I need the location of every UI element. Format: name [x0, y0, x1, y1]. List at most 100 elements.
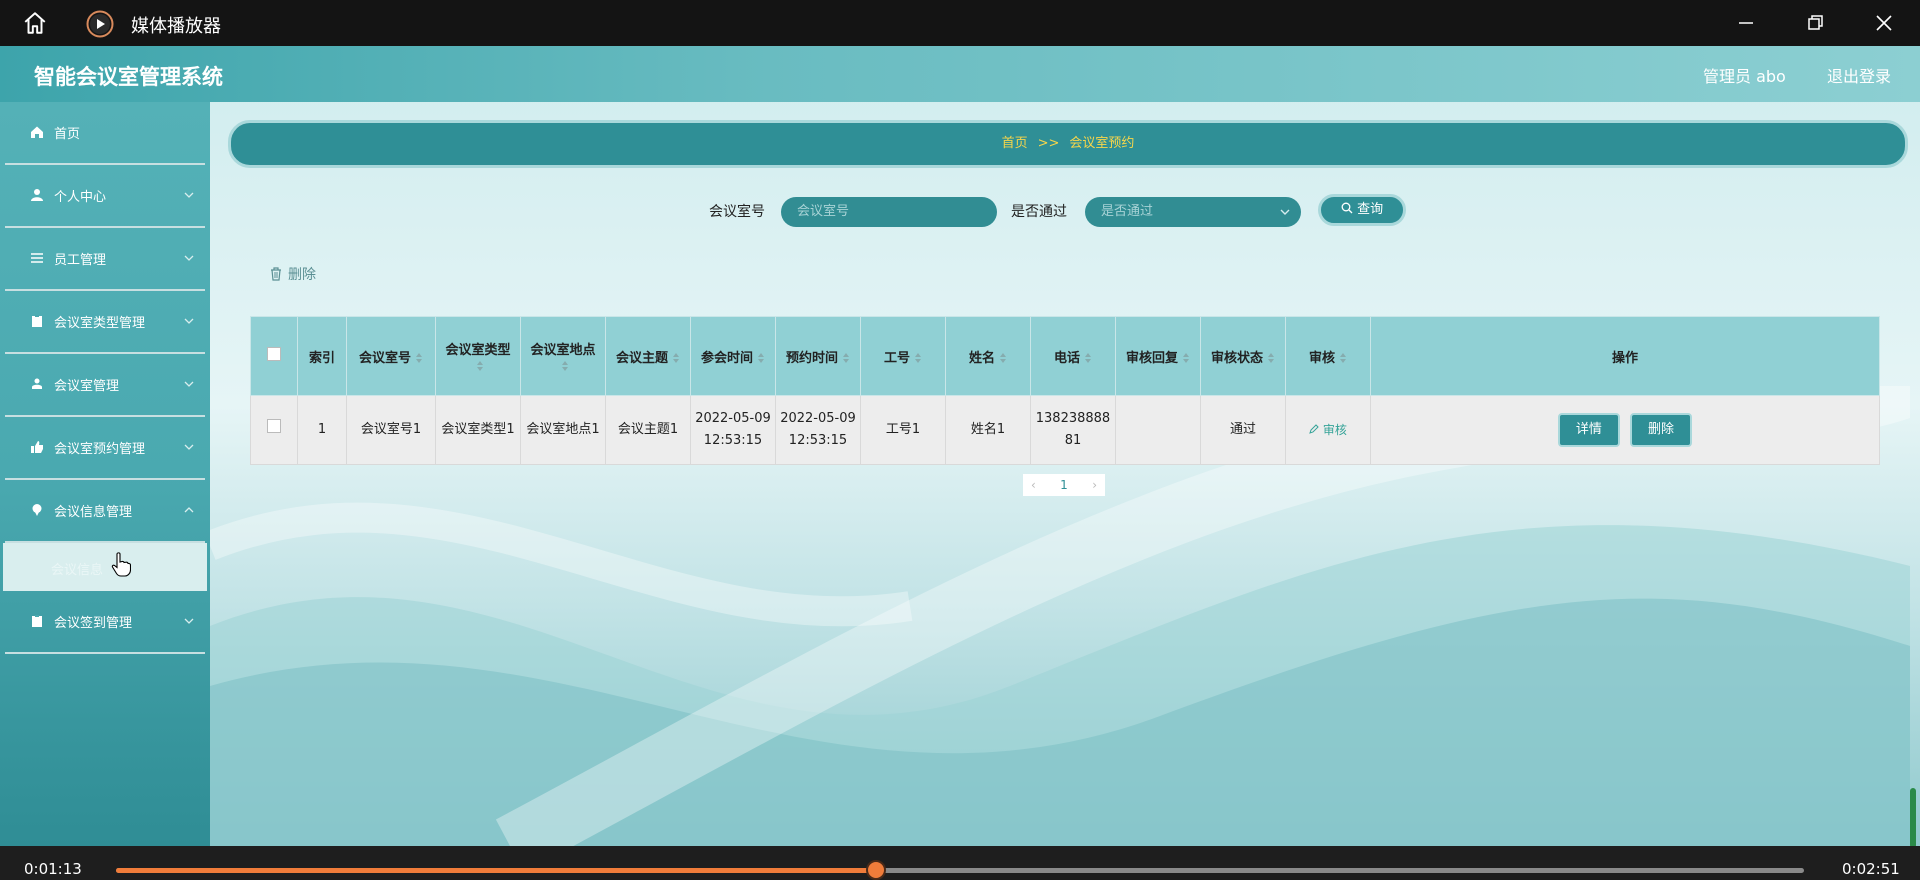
- table-row: 1 会议室号1 会议室类型1 会议室地点1 会议主题1 2022-05-09 12…: [250, 395, 1880, 465]
- cell-reply: [1115, 395, 1201, 465]
- sidebar-item-checkin[interactable]: 会议签到管理: [5, 591, 205, 654]
- sort-icon[interactable]: [476, 360, 484, 372]
- chevron-down-icon: [184, 318, 194, 324]
- sidebar-item-home[interactable]: 首页: [5, 102, 205, 165]
- clipboard-icon: [32, 315, 42, 327]
- sidebar-item-staff[interactable]: 员工管理: [5, 228, 205, 291]
- current-user-label: 管理员 abo: [1703, 67, 1786, 86]
- sidebar-item-label: 个人中心: [54, 190, 107, 205]
- close-icon[interactable]: [1873, 12, 1895, 34]
- sidebar-subitem-meeting-info[interactable]: 会议信息: [3, 543, 207, 591]
- current-time: 0:01:13: [24, 860, 82, 878]
- sort-icon[interactable]: [757, 352, 765, 364]
- pass-status-select[interactable]: 是否通过: [1085, 197, 1301, 227]
- column-header[interactable]: 工号: [860, 316, 946, 396]
- sidebar-item-booking[interactable]: 会议室预约管理: [5, 417, 205, 480]
- player-title: 媒体播放器: [131, 16, 221, 37]
- column-header: 索引: [297, 316, 347, 396]
- sort-icon[interactable]: [1084, 352, 1092, 364]
- media-player-icon: [86, 10, 114, 38]
- sidebar-item-label: 员工管理: [54, 253, 107, 268]
- column-header[interactable]: 审核状态: [1200, 316, 1286, 396]
- sidebar-item-label: 会议室类型管理: [54, 316, 146, 331]
- sort-icon[interactable]: [999, 352, 1007, 364]
- detail-button[interactable]: 详情: [1557, 413, 1620, 447]
- sidebar-item-label: 首页: [54, 127, 81, 142]
- sort-icon[interactable]: [415, 352, 423, 364]
- sidebar-item-label: 会议室预约管理: [54, 442, 146, 457]
- breadcrumb: 首页 >> 会议室预约: [228, 120, 1908, 168]
- sort-icon[interactable]: [842, 352, 850, 364]
- sort-icon[interactable]: [1339, 352, 1347, 364]
- column-header[interactable]: 会议室地点: [520, 316, 606, 396]
- cell-status: 通过: [1200, 395, 1286, 465]
- chevron-down-icon: [1280, 209, 1290, 215]
- bulk-delete-label: 删除: [288, 267, 316, 283]
- pass-status-label: 是否通过: [1011, 204, 1067, 220]
- row-delete-button[interactable]: 删除: [1630, 413, 1693, 447]
- edit-icon: [1309, 423, 1319, 434]
- chevron-down-icon: [184, 255, 194, 261]
- sidebar-item-room-type[interactable]: 会议室类型管理: [5, 291, 205, 354]
- cell-room-no: 会议室号1: [346, 395, 436, 465]
- pagination: ‹ 1 ›: [1023, 474, 1105, 496]
- cell-phone: 138238888 81: [1030, 395, 1116, 465]
- column-header[interactable]: 会议室类型: [435, 316, 521, 396]
- row-checkbox[interactable]: [267, 419, 281, 433]
- sort-icon[interactable]: [672, 352, 680, 364]
- query-button-label: 查询: [1357, 202, 1384, 217]
- sidebar-item-personal-center[interactable]: 个人中心: [5, 165, 205, 228]
- room-no-placeholder: 会议室号: [797, 204, 850, 219]
- seek-bar[interactable]: [116, 860, 1804, 880]
- column-header[interactable]: 电话: [1030, 316, 1116, 396]
- chevron-up-icon: [184, 507, 194, 513]
- bulk-delete-button[interactable]: 删除: [269, 264, 316, 284]
- sidebar-item-label: 会议室管理: [54, 379, 120, 394]
- restore-icon[interactable]: [1804, 12, 1826, 34]
- prev-page-icon[interactable]: ‹: [1031, 474, 1036, 496]
- player-controls: 0:01:13 0:02:51: [0, 846, 1920, 880]
- home-icon: [31, 126, 43, 138]
- chevron-down-icon: [184, 192, 194, 198]
- booking-table: 索引 会议室号 会议室类型 会议室地点 会议主题 参会时间 预约时间 工号 姓名…: [250, 316, 1880, 465]
- select-all-checkbox[interactable]: [267, 347, 281, 361]
- home-icon[interactable]: [22, 10, 48, 36]
- app-viewport: 智能会议室管理系统 管理员 abo 退出登录 首页 个人中心 员工管理 会议室类…: [0, 46, 1920, 846]
- column-header[interactable]: 会议主题: [605, 316, 691, 396]
- breadcrumb-home[interactable]: 首页: [1002, 136, 1028, 151]
- user-icon: [31, 189, 43, 201]
- next-page-icon[interactable]: ›: [1092, 474, 1097, 496]
- hand-cursor-icon: [111, 552, 131, 577]
- vertical-scrollbar[interactable]: [1910, 788, 1916, 846]
- sidebar-item-label: 会议签到管理: [54, 616, 133, 631]
- sidebar-item-room[interactable]: 会议室管理: [5, 354, 205, 417]
- sidebar-item-meeting-info[interactable]: 会议信息管理: [5, 480, 205, 543]
- column-header[interactable]: 参会时间: [690, 316, 776, 396]
- sort-icon[interactable]: [561, 360, 569, 372]
- column-header[interactable]: 会议室号: [346, 316, 436, 396]
- minimize-icon[interactable]: [1735, 12, 1757, 34]
- current-page[interactable]: 1: [1060, 478, 1068, 492]
- room-no-input[interactable]: 会议室号: [781, 197, 997, 227]
- cell-staff-no: 工号1: [860, 395, 946, 465]
- cell-topic: 会议主题1: [605, 395, 691, 465]
- audit-link[interactable]: 审核: [1309, 423, 1347, 437]
- cell-room-location: 会议室地点1: [520, 395, 606, 465]
- column-header[interactable]: 姓名: [945, 316, 1031, 396]
- seek-handle[interactable]: [865, 860, 886, 880]
- sort-icon[interactable]: [914, 352, 922, 364]
- logout-link[interactable]: 退出登录: [1827, 63, 1891, 87]
- sort-icon[interactable]: [1182, 352, 1190, 364]
- column-header[interactable]: 审核回复: [1115, 316, 1201, 396]
- person-icon: [32, 378, 42, 389]
- column-header[interactable]: 审核: [1285, 316, 1371, 396]
- column-header[interactable]: 预约时间: [775, 316, 861, 396]
- breadcrumb-current: 会议室预约: [1069, 136, 1135, 151]
- cell-audit: 审核: [1285, 395, 1371, 465]
- cell-name: 姓名1: [945, 395, 1031, 465]
- app-header: 智能会议室管理系统 管理员 abo 退出登录: [0, 46, 1920, 102]
- sort-icon[interactable]: [1267, 352, 1275, 364]
- player-title-bar: 媒体播放器: [0, 0, 1920, 46]
- query-button[interactable]: 查询: [1318, 194, 1406, 226]
- total-time: 0:02:51: [1842, 860, 1900, 878]
